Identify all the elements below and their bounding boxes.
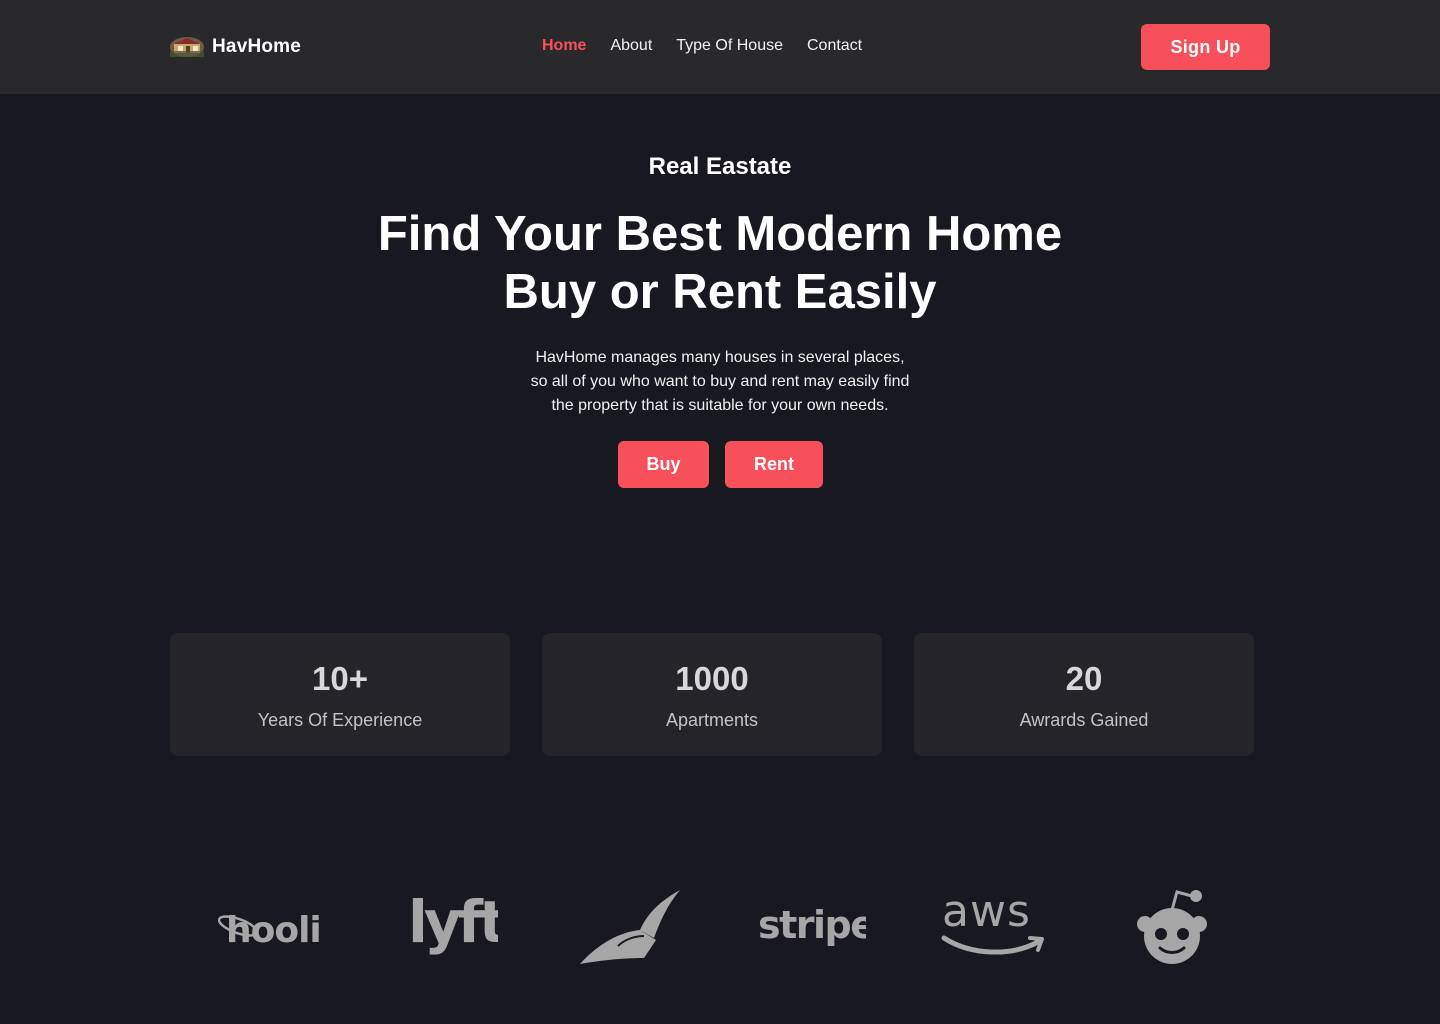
headline-line-1: Find Your Best Modern Home <box>377 207 1063 261</box>
house-photo-icon <box>170 37 204 57</box>
hooli-logo-icon: hooli <box>218 910 322 951</box>
aws-wordmark: aws <box>942 886 1031 937</box>
stripe-wordmark: stripe <box>758 903 866 947</box>
main-nav: Home About Type Of House Contact <box>542 37 862 55</box>
top-navbar: HavHome Home About Type Of House Contact… <box>0 0 1440 94</box>
brand-name: HavHome <box>212 36 302 57</box>
description-line-1: HavHome manages many houses in several p… <box>535 349 905 366</box>
stat-card-experience: 10+ Years Of Experience <box>170 633 510 756</box>
stat-value: 10+ <box>312 660 368 697</box>
description-line-2: so all of you who want to buy and rent m… <box>530 373 910 390</box>
reddit-logo-icon <box>1137 890 1207 964</box>
nav-link-home[interactable]: Home <box>542 37 586 55</box>
stat-value: 20 <box>1065 660 1103 697</box>
stat-card-awards: 20 Awrards Gained <box>914 633 1254 756</box>
brand[interactable]: HavHome <box>170 36 301 58</box>
lyft-wordmark: lyft <box>408 892 498 956</box>
aws-logo-icon: aws <box>941 886 1044 955</box>
hero-eyebrow: Real Eastate <box>648 153 792 180</box>
stat-label: Awrards Gained <box>1019 710 1149 730</box>
stat-label: Years Of Experience <box>257 710 423 730</box>
description-line-3: the property that is suitable for your o… <box>551 397 889 414</box>
sign-up-button[interactable]: Sign Up <box>1141 24 1270 70</box>
stat-value: 1000 <box>675 660 749 697</box>
buy-button[interactable]: Buy <box>618 441 709 488</box>
nav-link-type-of-house[interactable]: Type Of House <box>676 37 783 55</box>
partner-logos: hooli lyft stripe aws <box>170 880 1270 980</box>
hooli-wordmark: hooli <box>226 910 321 951</box>
hero-actions: Buy Rent <box>618 441 823 488</box>
stat-card-apartments: 1000 Apartments <box>542 633 882 756</box>
stats-section: 10+ Years Of Experience 1000 Apartments … <box>170 633 1254 756</box>
lyft-logo-icon: lyft <box>408 892 498 956</box>
stat-label: Apartments <box>665 710 759 730</box>
nav-link-contact[interactable]: Contact <box>807 37 862 55</box>
nav-link-about[interactable]: About <box>610 37 652 55</box>
pied-piper-logo-icon <box>580 890 680 964</box>
rent-button[interactable]: Rent <box>725 441 823 488</box>
headline-line-2: Buy or Rent Easily <box>503 265 937 319</box>
hero-headline: Find Your Best Modern Home Buy or Rent E… <box>320 205 1120 321</box>
stripe-logo-icon: stripe <box>758 903 866 947</box>
hero-description: HavHome manages many houses in several p… <box>470 346 970 418</box>
